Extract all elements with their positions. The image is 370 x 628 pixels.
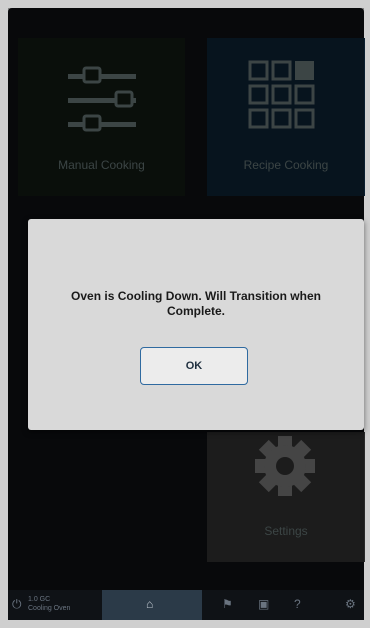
status-line-2: Cooling Oven bbox=[28, 605, 71, 612]
gear-icon[interactable]: ⚙ bbox=[345, 598, 356, 610]
flag-icon[interactable]: ⚑ bbox=[222, 598, 233, 610]
status-line-1: 1.0 GC bbox=[28, 596, 51, 603]
screen-icon[interactable]: ▣ bbox=[258, 598, 269, 610]
ok-button[interactable]: OK bbox=[140, 347, 248, 385]
power-icon[interactable]: ⏻ bbox=[12, 598, 22, 610]
dialog-message: Oven is Cooling Down. Will Transition wh… bbox=[71, 289, 321, 318]
help-icon[interactable]: ? bbox=[294, 598, 301, 610]
cooling-dialog: Oven is Cooling Down. Will Transition wh… bbox=[28, 219, 364, 430]
home-icon[interactable]: ⌂ bbox=[146, 598, 153, 610]
